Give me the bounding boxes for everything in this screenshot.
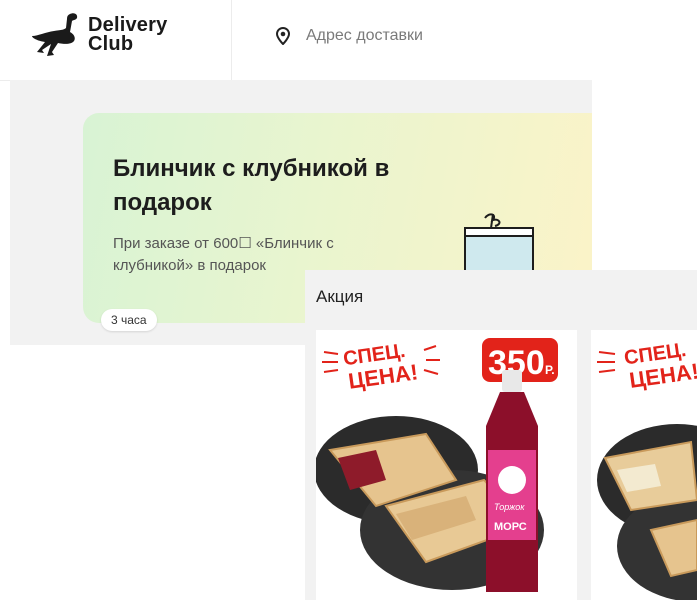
- product-image: СПЕЦ. ЦЕНА!: [597, 339, 697, 600]
- logo-text: Delivery Club: [88, 15, 167, 55]
- drink-label: МОРС: [494, 521, 527, 533]
- header-divider: [231, 0, 232, 80]
- product-card[interactable]: СПЕЦ. ЦЕНА! 350 Р. МОРС Торжок: [316, 330, 577, 600]
- overlay-title: Акция: [316, 287, 364, 306]
- product-image: СПЕЦ. ЦЕНА! 350 Р. МОРС Торжок: [316, 338, 558, 592]
- location-pin-icon: [276, 27, 290, 45]
- price-currency: Р.: [545, 363, 555, 377]
- promo-title: Блинчик с клубникой в подарок: [113, 155, 390, 216]
- delivery-club-logo[interactable]: Delivery Club: [30, 12, 200, 62]
- time-badge: 3 часа: [101, 309, 157, 331]
- drink-brand: Торжок: [494, 502, 525, 512]
- address-button[interactable]: Адрес доставки: [276, 24, 423, 48]
- product-card[interactable]: СПЕЦ. ЦЕНА!: [591, 330, 697, 600]
- header: Delivery Club Адрес доставки: [0, 0, 592, 81]
- ostrich-logo-icon: [32, 13, 78, 57]
- logo-text-line2: Club: [88, 33, 134, 55]
- address-placeholder: Адрес доставки: [306, 27, 423, 44]
- promo-overlay-panel: Акция СПЕЦ. ЦЕНА! 350 Р. МОРС Торжок СПЕ…: [305, 270, 697, 600]
